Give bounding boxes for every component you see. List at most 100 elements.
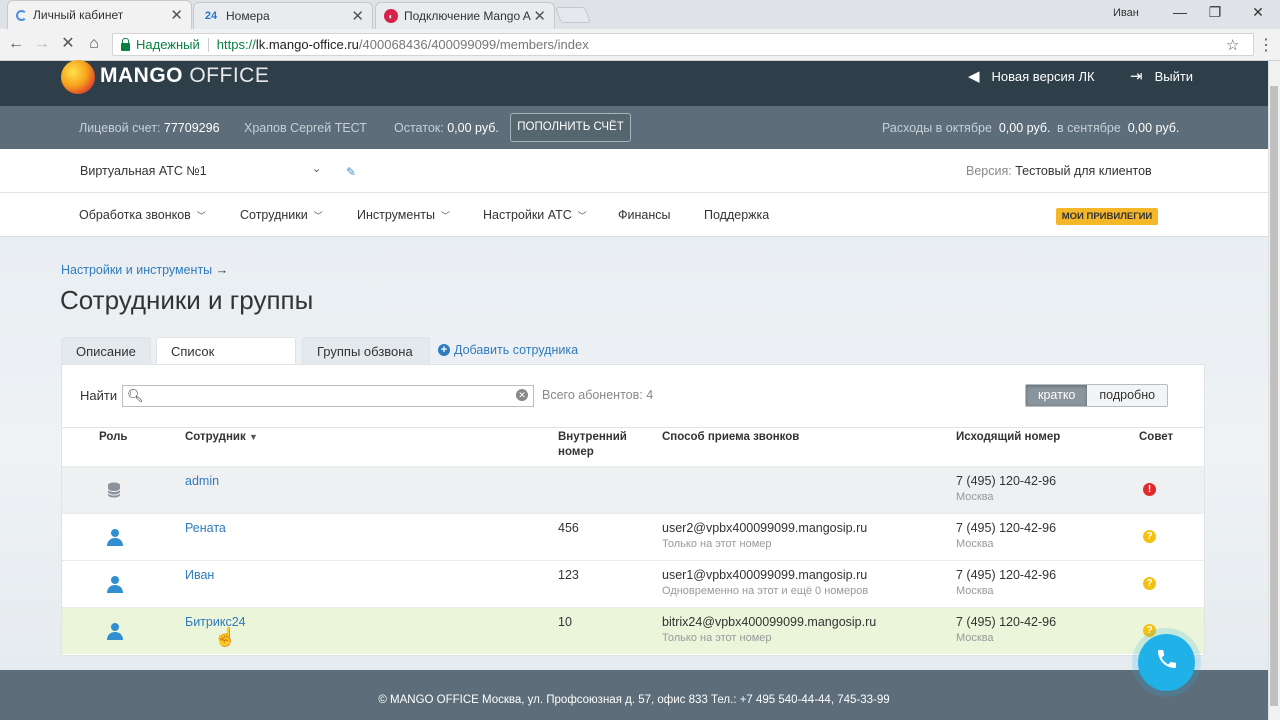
close-icon[interactable]: ✕ [170, 6, 183, 24]
chevron-down-icon: ﹀ [313, 211, 323, 221]
loading-icon [16, 9, 27, 21]
secure-label: Надежный [136, 37, 200, 52]
help-icon[interactable]: ? [1143, 624, 1156, 637]
employee-name-link[interactable]: Иван [185, 568, 214, 582]
close-icon[interactable]: ✕ [533, 7, 546, 25]
chevron-down-icon: ﹀ [196, 211, 206, 221]
chevron-down-icon: ﹀ [577, 211, 587, 221]
call-method: user2@vpbx400099099.mangosip.ru [662, 521, 868, 535]
pencil-icon[interactable]: ✎ [346, 165, 356, 179]
employee-name-link[interactable]: Рената [185, 521, 226, 535]
outgoing-city: Москва [956, 491, 994, 503]
browser-tab-title: Номера [226, 9, 270, 23]
pbx-select[interactable]: Виртуальная АТС №1 [80, 164, 207, 178]
outgoing-number: 7 (495) 120-42-96 [956, 474, 1057, 488]
outgoing-number: 7 (495) 120-42-96 [956, 521, 1057, 535]
outgoing-city: Москва [956, 585, 994, 597]
browser-tab[interactable]: ◐ Подключение Mango A ✕ [375, 2, 555, 29]
menu-support[interactable]: Поддержка [704, 208, 769, 222]
col-method: Способ приема звонков [662, 431, 800, 443]
chevron-down-icon[interactable]: ⌄ [312, 162, 321, 175]
menu-finance[interactable]: Финансы [618, 208, 670, 222]
outgoing-city: Москва [956, 538, 994, 550]
call-method: user1@vpbx400099099.mangosip.ru [662, 568, 868, 582]
bitrix24-icon: 24 [204, 10, 218, 22]
breadcrumb-arrow: → [215, 263, 229, 277]
new-version-link[interactable]: ◀ Новая версия ЛК [968, 67, 1095, 85]
stop-icon[interactable]: ✕ [58, 34, 78, 54]
help-icon[interactable]: ? [1143, 530, 1156, 543]
menu-employees[interactable]: Сотрудники ﹀ [240, 208, 323, 222]
tab-call-groups[interactable]: Группы обзвона [302, 337, 430, 364]
chevron-down-icon: ﹀ [440, 211, 450, 221]
mango-logo-icon[interactable] [61, 60, 95, 94]
view-detailed-button[interactable]: подробно [1087, 385, 1168, 406]
col-outgoing: Исходящий номер [956, 431, 1061, 443]
browser-tab[interactable]: 24 Номера ✕ [193, 2, 373, 29]
privileges-button[interactable]: МОИ ПРИВИЛЕГИИ [1056, 208, 1158, 225]
forward-icon[interactable]: → [32, 34, 52, 54]
call-method: bitrix24@vpbx400099099.mangosip.ru [662, 615, 877, 629]
lock-icon [121, 37, 130, 51]
scrollbar-thumb[interactable] [1270, 86, 1278, 706]
employee-name-link[interactable]: admin [185, 474, 219, 488]
browser-tab-title: Личный кабинет [33, 8, 124, 22]
menu-call-processing[interactable]: Обработка звонков ﹀ [79, 208, 206, 222]
minimize-icon[interactable]: — [1170, 4, 1190, 20]
url-field[interactable]: Надежный https://lk.mango-office.ru/4000… [112, 33, 1254, 56]
breadcrumb[interactable]: Настройки и инструменты → [61, 263, 228, 277]
logout-icon: ⇥ [1130, 68, 1143, 85]
outgoing-number: 7 (495) 120-42-96 [956, 568, 1057, 582]
expenses-september: в сентябре 0,00 руб. [1057, 121, 1180, 135]
col-employee[interactable]: Сотрудник ▼ [185, 430, 258, 445]
hand-cursor-icon: ☝ [214, 627, 237, 647]
plus-icon: + [438, 344, 450, 356]
browser-tab-active[interactable]: Личный кабинет ✕ [7, 0, 192, 29]
internal-number: 10 [558, 615, 572, 629]
close-icon[interactable]: ✕ [351, 7, 364, 25]
browser-tab-bar [0, 0, 1280, 29]
browser-menu-icon[interactable]: ⋮ [1258, 35, 1274, 55]
tab-description[interactable]: Описание [61, 337, 151, 364]
back-icon[interactable]: ← [6, 34, 26, 54]
col-tip: Совет [1139, 431, 1174, 443]
database-icon [107, 482, 121, 501]
divider [207, 37, 209, 52]
page-title: Сотрудники и группы [60, 285, 314, 315]
restore-icon[interactable]: ❐ [1205, 4, 1225, 21]
close-window-icon[interactable]: ✕ [1248, 4, 1268, 21]
person-icon [106, 528, 124, 549]
logo-brand: MANGO [100, 64, 183, 87]
call-method-note: Одновременно на этот и ещё 0 номеров [662, 585, 869, 597]
call-button[interactable] [1138, 634, 1195, 691]
breadcrumb-link[interactable]: Настройки и инструменты [61, 263, 212, 277]
person-icon [106, 575, 124, 596]
new-version-label: Новая версия ЛК [991, 68, 1095, 84]
view-short-button[interactable]: кратко [1026, 385, 1088, 406]
help-icon[interactable]: ? [1143, 577, 1156, 590]
topup-button[interactable]: ПОПОЛНИТЬ СЧЁТ [510, 113, 631, 142]
bookmark-star-icon[interactable]: ☆ [1226, 36, 1239, 54]
add-employee-link[interactable]: + Добавить сотрудника [438, 343, 578, 357]
balance: Остаток: 0,00 руб. [394, 121, 499, 135]
logo-suffix: OFFICE [189, 64, 270, 87]
account-number: Лицевой счет: 77709296 [79, 121, 220, 135]
window-user: Иван [1113, 7, 1139, 19]
tab-subscribers[interactable]: Список абонентов [156, 337, 296, 386]
logo-text[interactable]: MANGO OFFICE [100, 64, 269, 88]
search-input[interactable] [122, 385, 534, 407]
clear-icon[interactable]: ✕ [516, 389, 528, 401]
logout-link[interactable]: ⇥ Выйти [1130, 67, 1193, 85]
secure-indicator[interactable]: Надежный [121, 37, 200, 52]
view-toggle: кратко подробно [1025, 384, 1169, 407]
outgoing-number: 7 (495) 120-42-96 [956, 615, 1057, 629]
browser-tab-title: Подключение Mango A [404, 9, 531, 23]
menu-pbx-settings[interactable]: Настройки АТС ﹀ [483, 208, 587, 222]
footer: © MANGO OFFICE Москва, ул. Профсоюзная д… [0, 670, 1268, 720]
total-count: Всего абонентов: 4 [542, 388, 654, 402]
new-tab-button[interactable] [555, 7, 591, 23]
warning-icon[interactable]: ! [1143, 483, 1156, 496]
home-icon[interactable]: ⌂ [84, 34, 104, 54]
menu-tools[interactable]: Инструменты ﹀ [357, 208, 450, 222]
phone-icon [1155, 647, 1179, 678]
